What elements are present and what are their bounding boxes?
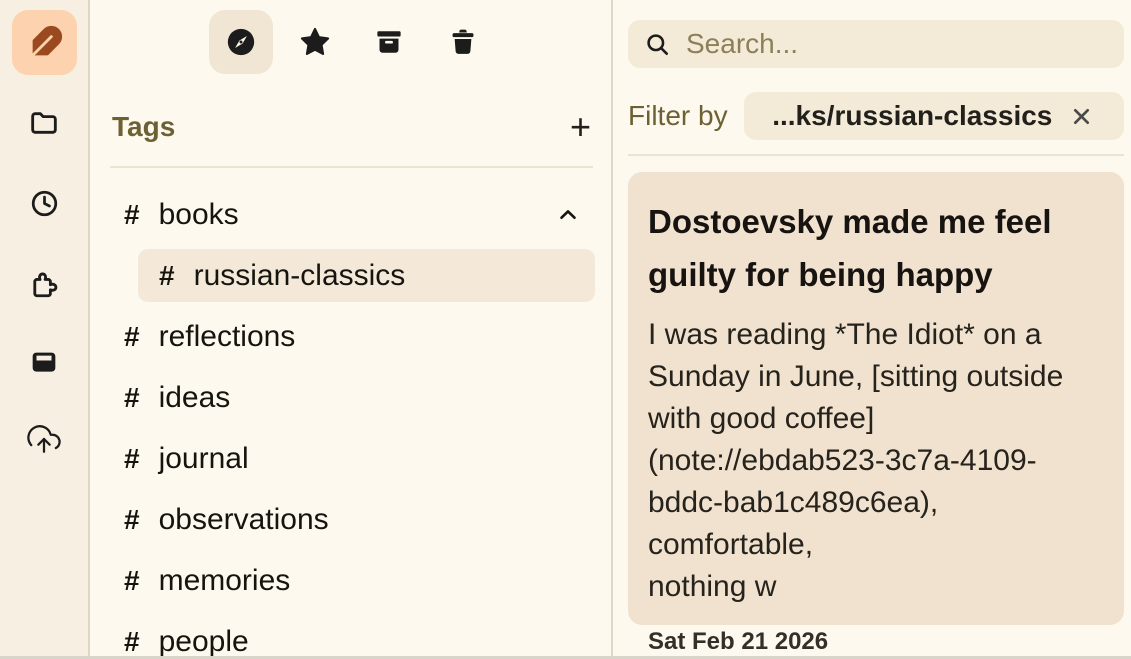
- filter-row: Filter by ...ks/russian-classics: [628, 92, 1124, 140]
- sync-button[interactable]: [27, 422, 61, 456]
- search-bar[interactable]: [628, 20, 1124, 68]
- sidebar-toolbar: [92, 10, 611, 74]
- favorites-button[interactable]: [283, 10, 347, 74]
- hash-icon: #: [124, 504, 140, 536]
- plugins-button[interactable]: [27, 266, 61, 300]
- tag-item-books[interactable]: # books: [108, 188, 595, 241]
- trash-icon: [446, 25, 480, 59]
- remove-filter-icon[interactable]: [1068, 103, 1095, 130]
- app-window: Tags + # books # russian-classics # refl…: [0, 0, 1131, 659]
- note-excerpt: I was reading *The Idiot* on a Sunday in…: [648, 314, 1104, 608]
- note-date: Sat Feb 21 2026: [648, 628, 1104, 656]
- tag-item-people[interactable]: # people: [108, 615, 595, 659]
- inbox-icon: [27, 345, 61, 379]
- tags-divider: [110, 166, 593, 168]
- archive-button[interactable]: [357, 10, 421, 74]
- puzzle-icon: [27, 266, 61, 300]
- folder-icon: [27, 106, 61, 140]
- search-input[interactable]: [686, 28, 1108, 60]
- hash-icon: #: [124, 443, 140, 475]
- tags-panel-title: Tags: [112, 111, 175, 143]
- hash-icon: #: [124, 565, 140, 597]
- hash-icon: #: [124, 626, 140, 658]
- tag-item-reflections[interactable]: # reflections: [108, 310, 595, 363]
- tags-header: Tags +: [92, 106, 611, 148]
- tag-item-observations[interactable]: # observations: [108, 493, 595, 546]
- folders-button[interactable]: [27, 106, 61, 140]
- filter-by-label: Filter by: [628, 100, 728, 132]
- cloud-upload-icon: [27, 422, 61, 456]
- hash-icon: #: [159, 260, 175, 292]
- hash-icon: #: [124, 382, 140, 414]
- compass-icon: [224, 25, 258, 59]
- chevron-up-icon[interactable]: [555, 202, 581, 228]
- add-tag-button[interactable]: +: [570, 109, 591, 145]
- hash-icon: #: [124, 321, 140, 353]
- filter-chip-russian-classics[interactable]: ...ks/russian-classics: [744, 92, 1124, 140]
- app-logo-button[interactable]: [12, 10, 77, 75]
- tag-item-ideas[interactable]: # ideas: [108, 371, 595, 424]
- note-card[interactable]: Dostoevsky made me feel guilty for being…: [628, 172, 1124, 625]
- notes-divider: [628, 154, 1124, 156]
- tags-panel: Tags + # books # russian-classics # refl…: [92, 0, 613, 659]
- tag-list: # books # russian-classics # reflections…: [92, 188, 611, 659]
- note-title: Dostoevsky made me feel guilty for being…: [648, 195, 1104, 301]
- hash-icon: #: [124, 199, 140, 231]
- tag-item-memories[interactable]: # memories: [108, 554, 595, 607]
- trash-button[interactable]: [431, 10, 495, 74]
- tag-item-journal[interactable]: # journal: [108, 432, 595, 485]
- star-icon: [298, 25, 332, 59]
- notes-panel: Filter by ...ks/russian-classics Dostoev…: [613, 0, 1131, 659]
- clock-history-icon: [28, 187, 61, 220]
- filter-chip-label: ...ks/russian-classics: [772, 100, 1052, 132]
- feather-logo-icon: [26, 24, 64, 62]
- inbox-button[interactable]: [27, 345, 61, 379]
- notes-compass-button[interactable]: [209, 10, 273, 74]
- archive-icon: [372, 25, 406, 59]
- tag-item-russian-classics[interactable]: # russian-classics: [138, 249, 595, 302]
- icon-rail: [0, 0, 90, 659]
- search-icon: [644, 31, 671, 58]
- recent-notes-button[interactable]: [27, 186, 61, 220]
